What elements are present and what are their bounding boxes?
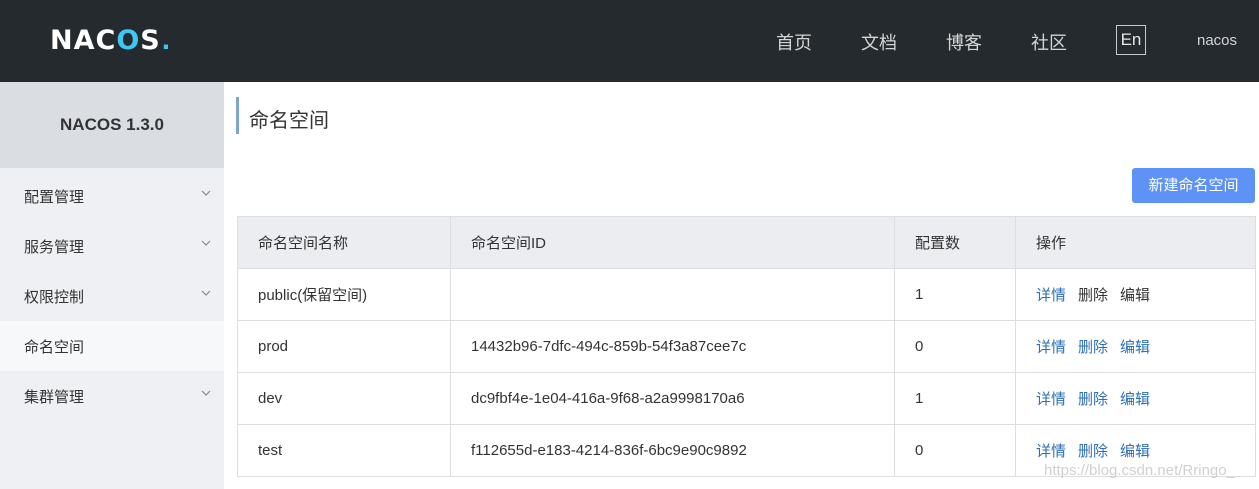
namespace-id: f112655d-e183-4214-836f-6bc9e90c9892 [450, 424, 895, 477]
nav-docs[interactable]: 文档 [861, 29, 897, 55]
nav-community[interactable]: 社区 [1031, 29, 1067, 55]
config-count: 1 [894, 268, 1016, 321]
namespace-name: public(保留空间) [237, 268, 451, 321]
detail-link[interactable]: 详情 [1036, 287, 1066, 304]
nav-blog[interactable]: 博客 [946, 29, 982, 55]
config-count: 0 [894, 320, 1016, 373]
column-header-count: 配置数 [894, 216, 1016, 269]
title-accent-bar [236, 97, 239, 134]
config-count: 1 [894, 372, 1016, 425]
edit-link[interactable]: 编辑 [1120, 339, 1150, 356]
nacos-logo[interactable]: NACOS. [50, 22, 170, 58]
namespace-id: 14432b96-7dfc-494c-859b-54f3a87cee7c [450, 320, 895, 373]
chevron-down-icon [201, 290, 211, 296]
detail-link[interactable]: 详情 [1036, 391, 1066, 408]
row-actions: 详情 删除 编辑 [1015, 268, 1256, 321]
delete-link[interactable]: 删除 [1078, 443, 1108, 460]
logo-text: NACOS [50, 24, 161, 56]
detail-link[interactable]: 详情 [1036, 443, 1066, 460]
sidebar-item-label: 服务管理 [24, 238, 85, 256]
sidebar-item-namespace[interactable]: 命名空间 [0, 321, 224, 371]
nav-home[interactable]: 首页 [776, 29, 812, 55]
delete-link[interactable]: 删除 [1078, 339, 1108, 356]
logo-dot: . [161, 23, 171, 56]
sidebar-item-config[interactable]: 配置管理 [0, 171, 224, 221]
delete-link[interactable]: 删除 [1078, 287, 1108, 304]
chevron-down-icon [201, 190, 211, 196]
top-header: NACOS. 首页 文档 博客 社区 En nacos [0, 0, 1259, 82]
config-count: 0 [894, 424, 1016, 477]
detail-link[interactable]: 详情 [1036, 339, 1066, 356]
sidebar: NACOS 1.3.0 配置管理 服务管理 权限控制 命名空间 集群管理 [0, 82, 224, 489]
table-header-row: 命名空间名称 命名空间ID 配置数 操作 [237, 216, 1256, 269]
user-name[interactable]: nacos [1197, 32, 1237, 49]
new-namespace-button[interactable]: 新建命名空间 [1132, 168, 1255, 203]
edit-link[interactable]: 编辑 [1120, 287, 1150, 304]
sidebar-item-service[interactable]: 服务管理 [0, 221, 224, 271]
sidebar-item-label: 配置管理 [24, 188, 85, 206]
language-switch-button[interactable]: En [1116, 25, 1146, 55]
chevron-down-icon [201, 240, 211, 246]
page-title: 命名空间 [249, 110, 329, 132]
sidebar-item-auth[interactable]: 权限控制 [0, 271, 224, 321]
namespace-name: test [237, 424, 451, 477]
sidebar-item-label: 命名空间 [24, 338, 85, 356]
chevron-down-icon [201, 390, 211, 396]
row-actions: 详情 删除 编辑 [1015, 320, 1256, 373]
edit-link[interactable]: 编辑 [1120, 391, 1150, 408]
table-row: public(保留空间) 1 详情 删除 编辑 [237, 268, 1256, 321]
column-header-id: 命名空间ID [450, 216, 895, 269]
namespace-id: dc9fbf4e-1e04-416a-9f68-a2a9998170a6 [450, 372, 895, 425]
row-actions: 详情 删除 编辑 [1015, 372, 1256, 425]
column-header-name: 命名空间名称 [237, 216, 451, 269]
sidebar-item-cluster[interactable]: 集群管理 [0, 371, 224, 421]
table-row: prod 14432b96-7dfc-494c-859b-54f3a87cee7… [237, 320, 1256, 373]
column-header-actions: 操作 [1015, 216, 1256, 269]
namespace-id [450, 268, 895, 321]
table-row: dev dc9fbf4e-1e04-416a-9f68-a2a9998170a6… [237, 372, 1256, 425]
edit-link[interactable]: 编辑 [1120, 443, 1150, 460]
sidebar-item-label: 集群管理 [24, 388, 85, 406]
watermark: https://blog.csdn.net/Rringo_ [1044, 462, 1235, 479]
sidebar-item-label: 权限控制 [24, 288, 85, 306]
delete-link[interactable]: 删除 [1078, 391, 1108, 408]
namespace-table: 命名空间名称 命名空间ID 配置数 操作 public(保留空间) 1 详情 删除… [237, 216, 1256, 477]
sidebar-title: NACOS 1.3.0 [0, 82, 224, 168]
namespace-name: prod [237, 320, 451, 373]
namespace-name: dev [237, 372, 451, 425]
